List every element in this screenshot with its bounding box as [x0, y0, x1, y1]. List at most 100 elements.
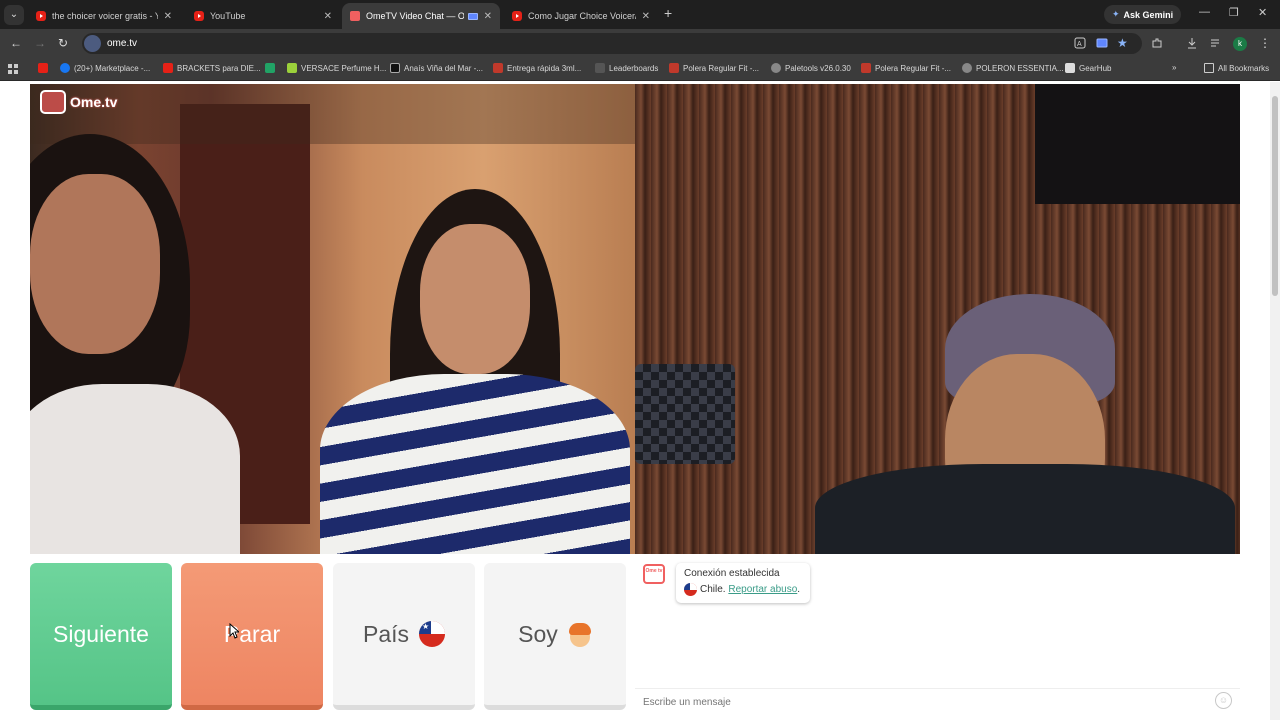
store-icon	[390, 63, 400, 73]
ceiling-shadow	[30, 84, 635, 144]
cast-icon[interactable]	[1096, 37, 1108, 49]
boy-emoji-icon	[568, 621, 592, 647]
tab-label: YouTube	[210, 11, 246, 21]
report-suffix: .	[797, 584, 801, 595]
reload-icon[interactable]: ↻	[58, 36, 68, 50]
all-bookmarks-label: All Bookmarks	[1218, 63, 1270, 73]
tv-logo-icon	[40, 90, 66, 114]
bookmark-entrega[interactable]: Entrega rápida 3ml...	[493, 63, 581, 73]
tab-search-button[interactable]: ⌄	[4, 5, 24, 25]
svg-text:A: A	[1077, 41, 1082, 48]
bookmark-paletools[interactable]: Paletools v26.0.30	[771, 63, 851, 73]
local-video	[635, 84, 1240, 554]
tab-label: Como Jugar Choice Voicer/Tuto	[528, 11, 636, 21]
bookmark-label: Leaderboards	[609, 63, 659, 73]
bookmark-polera-1[interactable]: Polera Regular Fit -...	[669, 63, 759, 73]
bookmark-anais[interactable]: Anaís Viña del Mar -...	[390, 63, 483, 73]
bookmark-sheet[interactable]	[265, 63, 279, 73]
close-icon[interactable]: ✕	[164, 11, 172, 22]
tab-youtube[interactable]: YouTube ✕	[186, 3, 340, 29]
facebook-icon	[60, 63, 70, 73]
all-bookmarks-folder[interactable]: All Bookmarks	[1204, 63, 1269, 73]
close-icon[interactable]: ✕	[484, 11, 492, 22]
youtube-icon	[38, 63, 48, 73]
extensions-icon[interactable]	[1151, 37, 1163, 49]
youtube-icon	[194, 11, 204, 21]
stop-button[interactable]: Parar	[181, 563, 323, 710]
more-bookmarks-icon[interactable]: »	[1172, 63, 1176, 72]
bookmark-leaderboards[interactable]: Leaderboards	[595, 63, 658, 73]
apps-grid-icon[interactable]	[8, 64, 18, 74]
back-icon[interactable]: ←	[10, 36, 22, 50]
youtube-icon	[512, 11, 522, 21]
bookmark-label: Anaís Viña del Mar -...	[404, 63, 483, 73]
chile-flag-icon	[684, 583, 697, 596]
bookmark-versace[interactable]: VERSACE Perfume H...	[287, 63, 386, 73]
tab-ometv[interactable]: OmeTV Video Chat — Ome ✕	[342, 3, 500, 29]
logo-text: Ome.tv	[70, 94, 118, 110]
store-icon	[669, 63, 679, 73]
report-abuse-link[interactable]: Reportar abuso	[728, 584, 797, 595]
shelf-shadow	[1035, 84, 1240, 204]
ometv-logo: Ome.tv	[40, 90, 117, 114]
bookmark-label: POLERON ESSENTIA...	[976, 63, 1064, 73]
gender-selector[interactable]: Soy	[484, 563, 626, 710]
tab-the-choicer[interactable]: the choicer voicer gratis - Y ✕	[28, 3, 180, 29]
scrollbar-thumb[interactable]	[1272, 96, 1278, 296]
translate-icon[interactable]: A	[1074, 37, 1086, 49]
bookmark-poleron[interactable]: POLERON ESSENTIA...	[962, 63, 1064, 73]
download-icon[interactable]	[1186, 37, 1198, 49]
bookmark-star-icon[interactable]: ★	[1117, 36, 1128, 50]
site-info-icon[interactable]	[84, 35, 101, 52]
menu-icon[interactable]: ⋮	[1259, 36, 1271, 50]
address-bar[interactable]: ome.tv	[82, 33, 1142, 54]
person-shirt	[30, 384, 240, 554]
media-controls-icon[interactable]	[1210, 37, 1222, 49]
ask-gemini-label: Ask Gemini	[1123, 9, 1174, 20]
country-selector[interactable]: País ★	[333, 563, 475, 710]
youtube-icon	[36, 11, 46, 21]
gemini-spark-icon: ✦	[1112, 9, 1120, 19]
close-window-icon[interactable]: ✕	[1258, 6, 1267, 19]
ask-gemini-button[interactable]: ✦ Ask Gemini	[1104, 5, 1182, 24]
person-face	[30, 174, 160, 354]
bookmark-label: Paletools v26.0.30	[785, 63, 851, 73]
profile-avatar[interactable]: k	[1233, 37, 1247, 51]
message-input[interactable]	[643, 693, 1203, 711]
close-icon[interactable]: ✕	[642, 11, 650, 22]
restore-icon[interactable]: ❐	[1229, 6, 1239, 19]
bookmark-label: Entrega rápida 3ml...	[507, 63, 582, 73]
person-sweater	[320, 374, 630, 554]
bookmark-label: VERSACE Perfume H...	[301, 63, 387, 73]
tab-como-jugar[interactable]: Como Jugar Choice Voicer/Tuto ✕	[504, 3, 658, 29]
new-tab-button[interactable]: +	[664, 5, 672, 21]
bookmark-marketplace[interactable]: (20+) Marketplace -...	[60, 63, 150, 73]
system-message: Conexión establecida Chile. Reportar abu…	[676, 563, 810, 603]
bookmark-youtube[interactable]	[38, 63, 52, 73]
gender-label: Soy	[518, 620, 558, 647]
bookmark-brackets[interactable]: BRACKETS para DIE...	[163, 63, 261, 73]
next-button-label: Siguiente	[53, 620, 149, 647]
page-scrollbar[interactable]	[1270, 82, 1280, 720]
bookmark-gearhub[interactable]: GearHub	[1065, 63, 1111, 73]
mouse-cursor-icon	[229, 623, 239, 639]
url-text: ome.tv	[107, 38, 138, 49]
next-button[interactable]: Siguiente	[30, 563, 172, 710]
emoji-icon[interactable]: ☺	[1215, 692, 1232, 709]
bookmark-polera-2[interactable]: Polera Regular Fit -...	[861, 63, 951, 73]
globe-icon	[962, 63, 972, 73]
close-icon[interactable]: ✕	[324, 11, 332, 22]
bookmark-label: BRACKETS para DIE...	[177, 63, 261, 73]
message-composer: ☺	[635, 688, 1240, 714]
game-icon	[595, 63, 605, 73]
country-label: País	[362, 620, 410, 647]
ometv-icon	[350, 11, 360, 21]
bookmark-label: Polera Regular Fit -...	[683, 63, 760, 73]
person-hoodie	[815, 464, 1235, 554]
bookmark-label: Polera Regular Fit -...	[875, 63, 952, 73]
minimize-icon[interactable]: —	[1199, 6, 1210, 18]
forward-icon[interactable]: →	[34, 36, 46, 50]
country-name: Chile.	[700, 584, 726, 595]
globe-icon	[771, 63, 781, 73]
tab-label: OmeTV Video Chat — Ome	[366, 11, 464, 21]
